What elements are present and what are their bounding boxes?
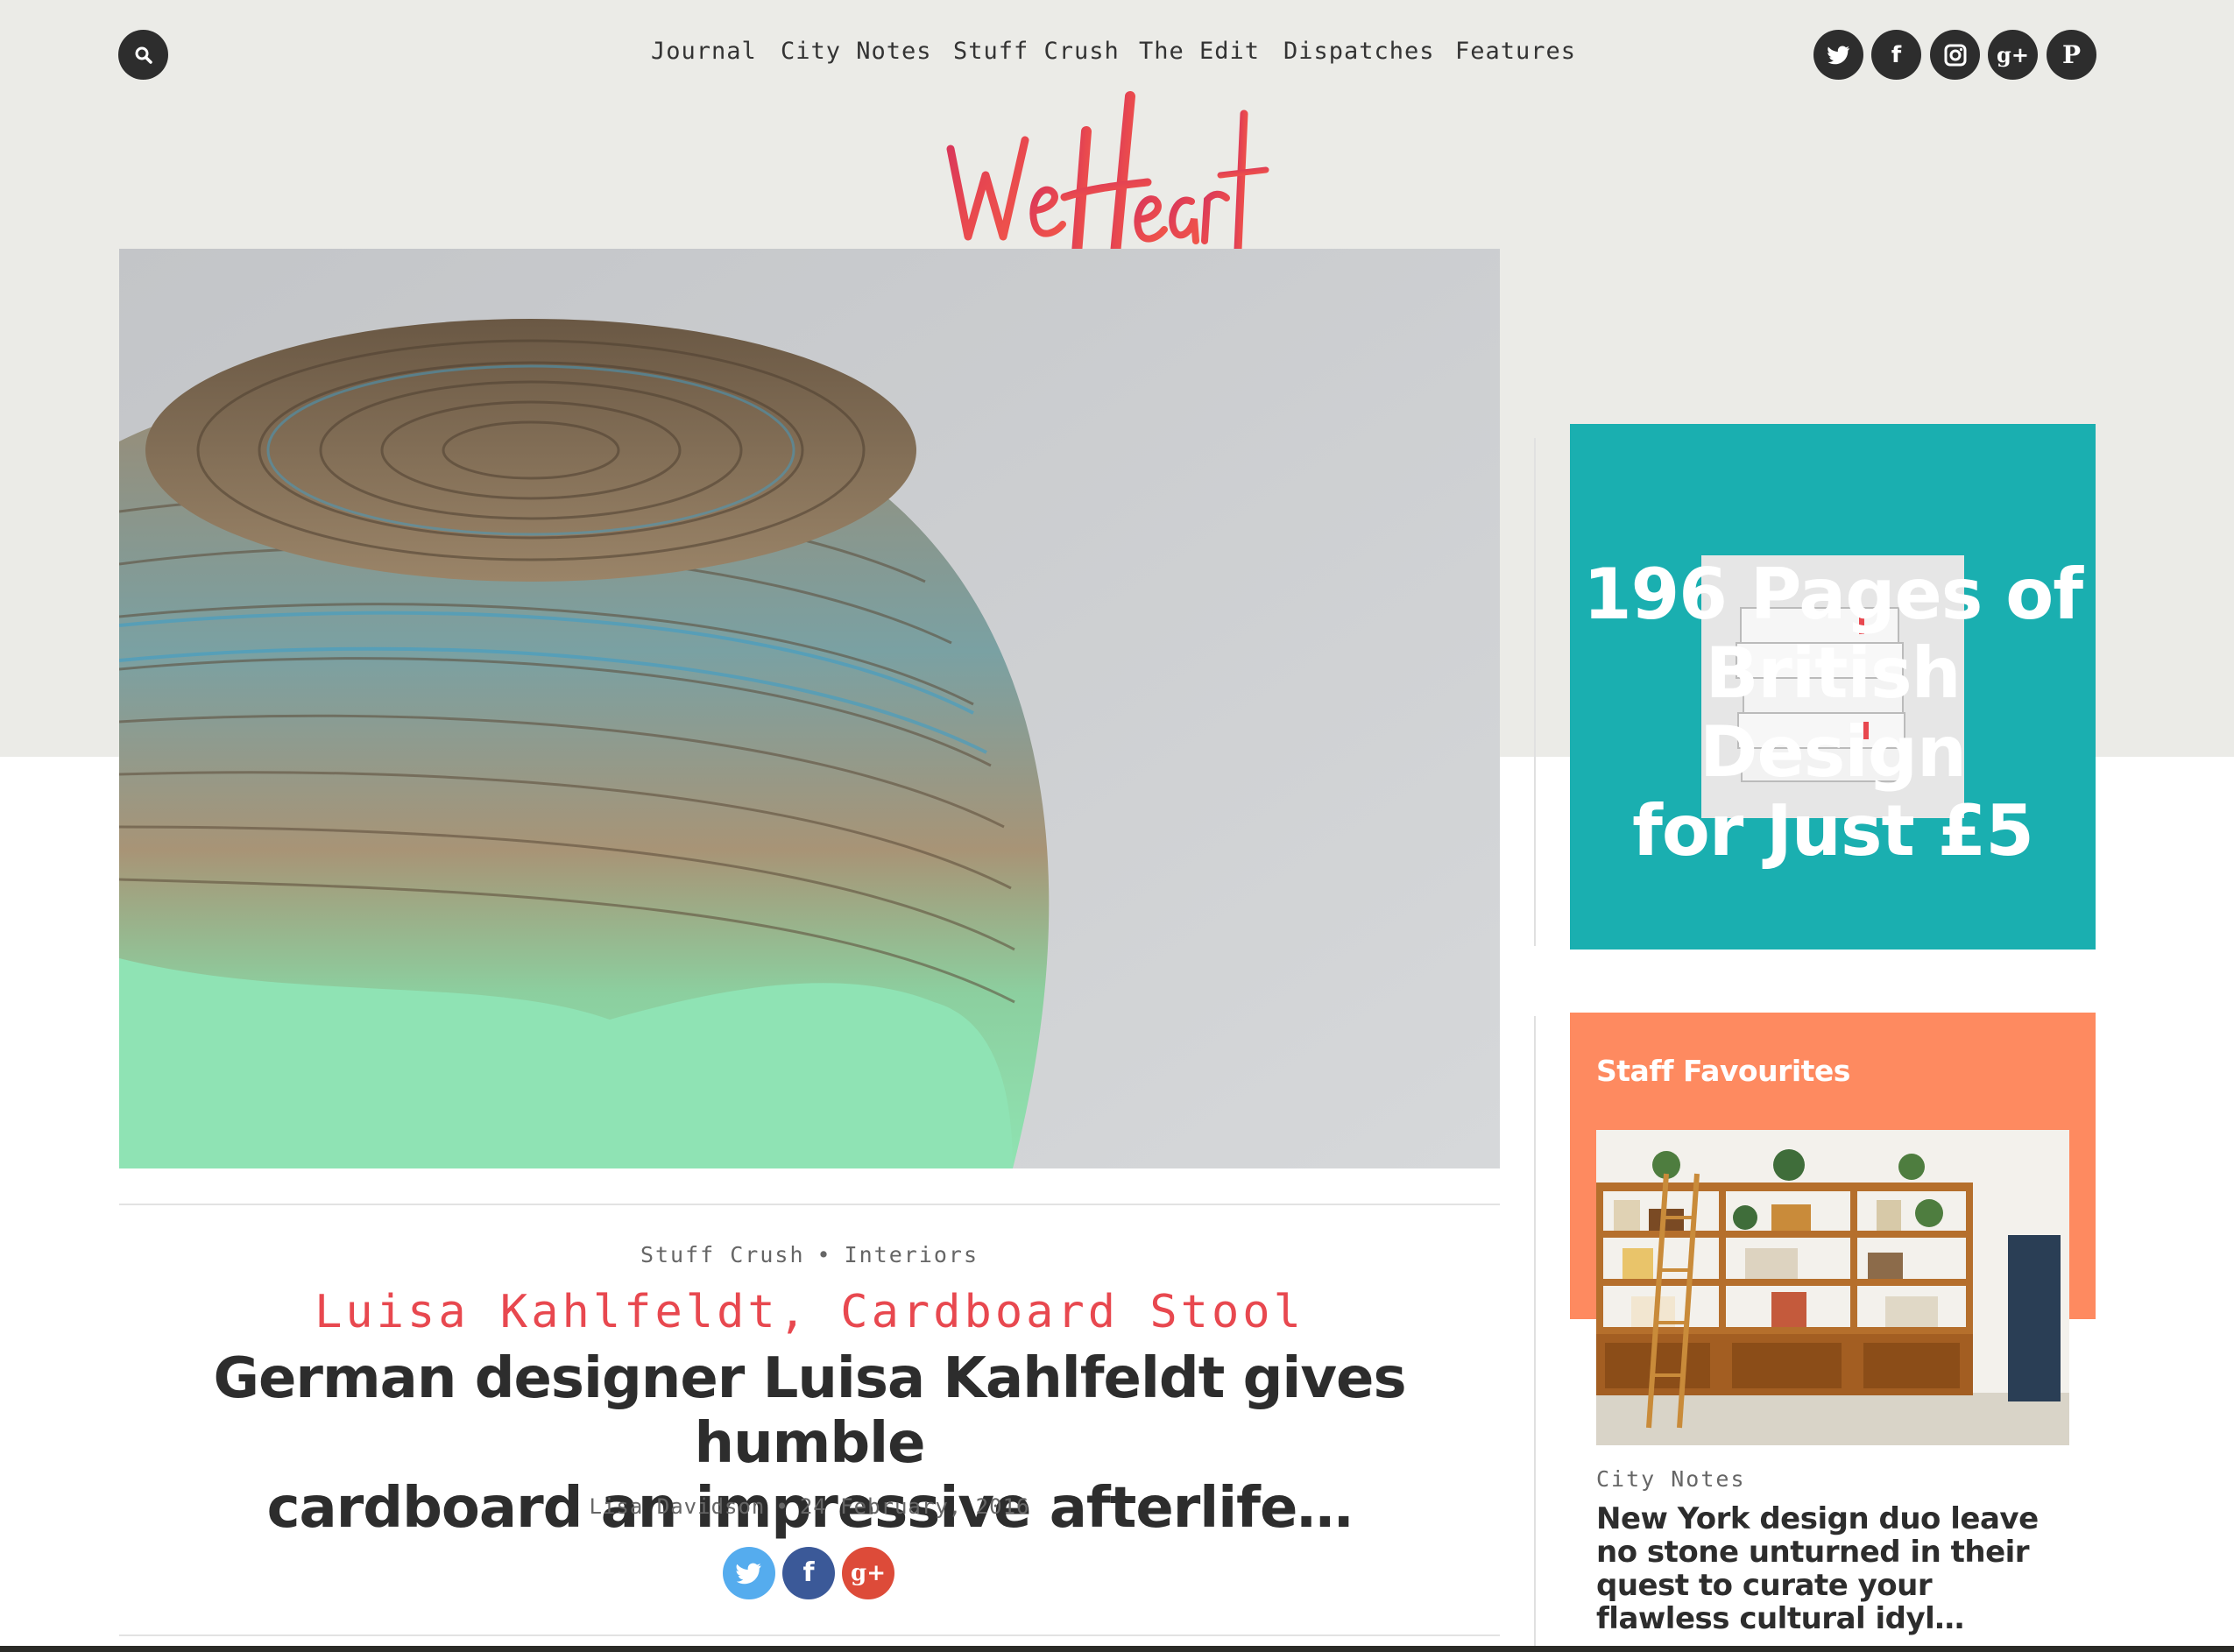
ad-headline: 196 Pages of British Design for Just £5 xyxy=(1570,555,2096,871)
staff-favourites-title: Staff Favourites xyxy=(1596,1054,1850,1088)
author-link[interactable]: Lisa Davidson xyxy=(590,1494,766,1519)
magazine-ad[interactable]: 196 Pages of British Design for Just £5 xyxy=(1570,424,2096,950)
facebook-icon: f xyxy=(1891,41,1902,68)
staff-pick-image[interactable] xyxy=(1596,1130,2069,1445)
instagram-link[interactable] xyxy=(1930,30,1980,80)
category-link-stuff-crush[interactable]: Stuff Crush xyxy=(640,1242,805,1267)
sidebar-divider xyxy=(1534,438,1536,946)
nav-item-dispatches[interactable]: Dispatches xyxy=(1283,38,1435,65)
sidebar-divider xyxy=(1534,1016,1536,1647)
twitter-icon xyxy=(1827,46,1849,64)
nav-item-the-edit[interactable]: The Edit xyxy=(1139,38,1260,65)
divider xyxy=(119,1634,1500,1636)
ad-line-3: for Just £5 xyxy=(1632,790,2034,872)
divider xyxy=(119,1204,1500,1205)
publish-date: 24 February, 2016 xyxy=(799,1494,1030,1519)
share-google-plus-button[interactable]: g+ xyxy=(842,1547,894,1599)
google-plus-icon: g+ xyxy=(851,1560,886,1586)
meta-separator: • xyxy=(775,1494,789,1519)
google-plus-icon: g+ xyxy=(1997,41,2029,67)
nav-item-journal[interactable]: Journal xyxy=(651,38,757,65)
nav-item-stuff-crush[interactable]: Stuff Crush xyxy=(953,38,1120,65)
staff-pick-headline[interactable]: New York design duo leave no stone untur… xyxy=(1596,1502,2069,1635)
pinterest-icon: P xyxy=(2061,39,2082,69)
twitter-icon xyxy=(736,1563,761,1584)
category-link-interiors[interactable]: Interiors xyxy=(845,1242,979,1267)
ad-line-1: 196 Pages of xyxy=(1582,554,2083,635)
facebook-link[interactable]: f xyxy=(1871,30,1921,80)
headline-line-1: German designer Luisa Kahlfeldt gives hu… xyxy=(213,1346,1406,1476)
staff-pick-category[interactable]: City Notes xyxy=(1596,1466,1746,1492)
category-separator: • xyxy=(817,1242,832,1267)
twitter-link[interactable] xyxy=(1813,30,1863,80)
article-kicker[interactable]: Luisa Kahlfeldt, Cardboard Stool xyxy=(119,1286,1500,1338)
share-buttons: f g+ xyxy=(723,1547,898,1599)
pinterest-link[interactable]: P xyxy=(2047,30,2096,80)
article-meta: Lisa Davidson • 24 February, 2016 xyxy=(119,1494,1500,1519)
article-categories: Stuff Crush • Interiors xyxy=(119,1242,1500,1267)
share-twitter-button[interactable] xyxy=(723,1547,775,1599)
social-links: f g+ P xyxy=(1813,30,2098,80)
nav-item-city-notes[interactable]: City Notes xyxy=(781,38,932,65)
facebook-icon: f xyxy=(802,1557,815,1588)
hero-image[interactable] xyxy=(119,249,1500,1168)
instagram-icon xyxy=(1944,44,1966,66)
ad-line-2: British Design xyxy=(1700,632,1967,793)
share-facebook-button[interactable]: f xyxy=(782,1547,835,1599)
bottom-edge xyxy=(0,1646,2234,1652)
nav-item-features[interactable]: Features xyxy=(1455,38,1576,65)
google-plus-link[interactable]: g+ xyxy=(1988,30,2038,80)
